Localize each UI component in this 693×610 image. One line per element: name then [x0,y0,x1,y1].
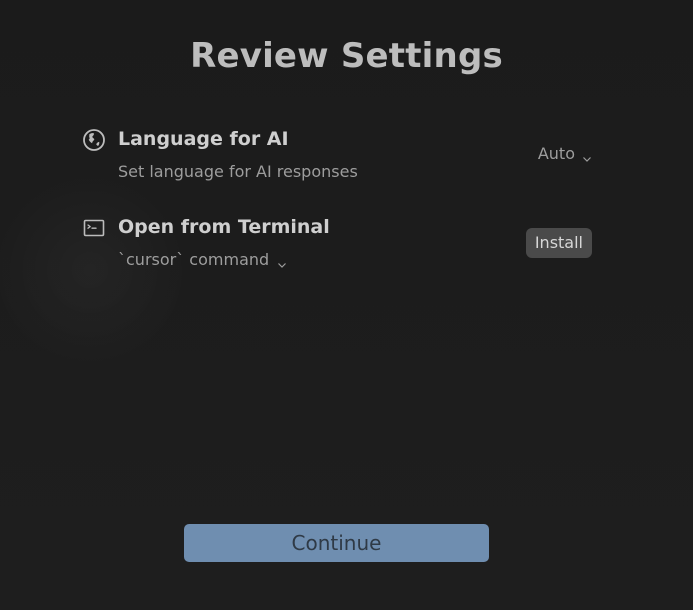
setting-title: Open from Terminal [118,216,330,238]
setting-language-for-ai: Language for AI Set language for AI resp… [80,126,594,196]
chevron-down-icon [582,149,592,162]
language-dropdown-value: Auto [537,144,575,163]
chevron-down-icon [277,255,287,268]
page-title: Review Settings [190,36,503,76]
continue-button[interactable]: Continue [184,524,489,562]
setting-title: Language for AI [118,128,289,150]
language-dropdown[interactable]: Auto [538,144,592,163]
cursor-command-toggle[interactable]: `cursor` command [118,250,287,269]
setting-subtitle: Set language for AI responses [118,162,358,181]
setting-open-from-terminal: Open from Terminal `cursor` command Inst… [80,214,594,284]
terminal-icon [82,216,106,240]
setting-subtitle-text: Set language for AI responses [118,162,358,181]
setting-subtitle-text: `cursor` command [118,250,270,269]
background [0,0,693,610]
install-button[interactable]: Install [525,228,592,258]
globe-icon [82,128,106,152]
